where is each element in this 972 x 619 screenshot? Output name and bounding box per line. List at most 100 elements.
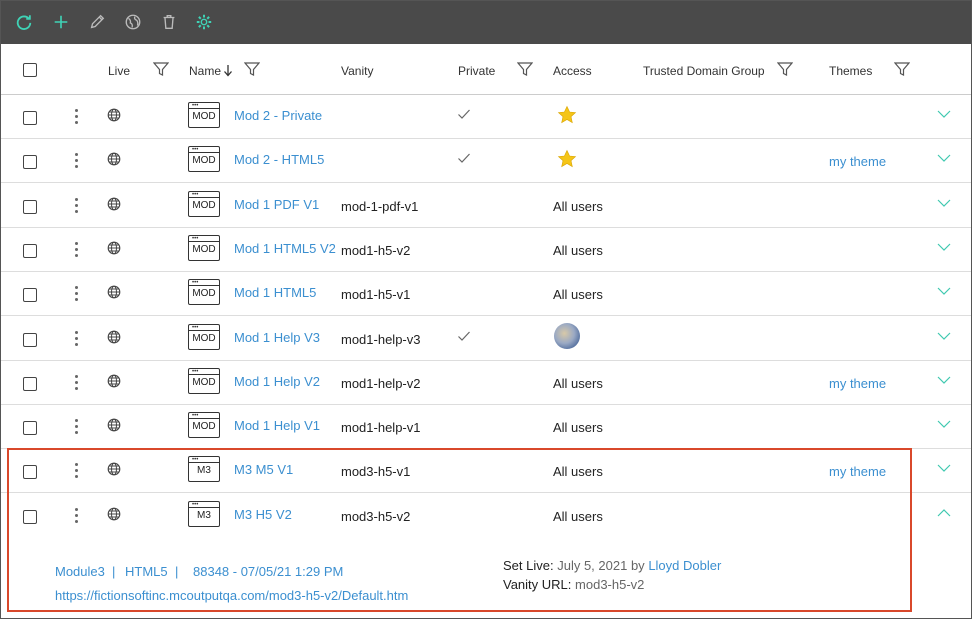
- output-name-link[interactable]: Mod 2 - HTML5: [234, 152, 324, 167]
- set-live-user-link[interactable]: Lloyd Dobler: [648, 558, 721, 573]
- output-name-link[interactable]: Mod 2 - Private: [234, 108, 322, 123]
- globe-publish-icon[interactable]: [123, 12, 143, 32]
- private-check-icon: [458, 109, 470, 119]
- live-globe-icon: [107, 507, 121, 521]
- module-icon: ••• MOD: [188, 102, 220, 128]
- trusted-domain-filter-icon[interactable]: [777, 61, 793, 77]
- build-link[interactable]: 88348 - 07/05/21 1:29 PM: [193, 564, 343, 579]
- chevron-down-icon[interactable]: [937, 153, 951, 163]
- output-name-link[interactable]: Mod 1 Help V2: [234, 374, 320, 389]
- access-value: All users: [553, 375, 603, 391]
- column-vanity[interactable]: Vanity: [341, 64, 373, 78]
- table-row[interactable]: ••• M3 M3 M5 V1 mod3-h5-v1 All users my theme: [1, 449, 971, 494]
- trash-icon[interactable]: [159, 12, 179, 32]
- table-row[interactable]: ••• MOD Mod 1 Help V3 mod1-help-v3: [1, 317, 971, 361]
- chevron-down-icon[interactable]: [937, 375, 951, 385]
- project-link[interactable]: Module3: [55, 564, 105, 579]
- module-icon: ••• MOD: [188, 234, 220, 261]
- themes-filter-icon[interactable]: [894, 61, 910, 77]
- chevron-down-icon[interactable]: [937, 198, 951, 208]
- theme-link[interactable]: my theme: [829, 464, 886, 479]
- live-globe-icon: [107, 285, 121, 299]
- plus-icon[interactable]: [51, 12, 71, 32]
- row-checkbox[interactable]: [23, 465, 37, 480]
- row-menu-icon[interactable]: [75, 330, 78, 347]
- output-name-link[interactable]: Mod 1 Help V3: [234, 330, 320, 345]
- output-name-link[interactable]: Mod 1 HTML5 V2: [234, 241, 336, 256]
- vanity-value: mod1-help-v3: [341, 331, 421, 347]
- column-name[interactable]: Name: [189, 64, 221, 78]
- private-filter-icon[interactable]: [517, 61, 533, 77]
- row-menu-icon[interactable]: [75, 197, 78, 214]
- row-menu-icon[interactable]: [75, 463, 78, 479]
- vanity-value: mod1-h5-v2: [341, 242, 411, 258]
- table-row[interactable]: ••• M3 M3 H5 V2 mod3-h5-v2 All users: [1, 494, 971, 538]
- row-checkbox[interactable]: [23, 243, 37, 258]
- row-checkbox[interactable]: [23, 111, 37, 125]
- chevron-up-icon[interactable]: [937, 508, 951, 518]
- output-name-link[interactable]: Mod 1 Help V1: [234, 418, 320, 433]
- name-filter-icon[interactable]: [244, 61, 260, 77]
- theme-link[interactable]: my theme: [829, 154, 886, 169]
- vanity-value: mod1-h5-v1: [341, 287, 411, 303]
- column-private[interactable]: Private: [458, 64, 495, 78]
- details-separator: |: [175, 564, 179, 579]
- target-link[interactable]: HTML5: [125, 564, 168, 579]
- output-name-link[interactable]: M3 H5 V2: [234, 507, 292, 522]
- output-name-link[interactable]: M3 M5 V1: [234, 462, 293, 477]
- output-name-link[interactable]: Mod 1 HTML5: [234, 285, 316, 300]
- row-checkbox[interactable]: [23, 421, 37, 436]
- output-url-link[interactable]: https://fictionsoftinc.mcoutputqa.com/mo…: [55, 588, 408, 603]
- column-trusted-domain-group[interactable]: Trusted Domain Group: [643, 64, 765, 78]
- row-menu-icon[interactable]: [75, 374, 78, 391]
- row-checkbox[interactable]: [23, 509, 37, 524]
- row-menu-icon[interactable]: [75, 109, 78, 125]
- row-checkbox[interactable]: [23, 199, 37, 214]
- row-menu-icon[interactable]: [75, 153, 78, 169]
- chevron-down-icon[interactable]: [937, 463, 951, 473]
- sort-down-icon[interactable]: [223, 64, 233, 77]
- live-filter-icon[interactable]: [153, 61, 169, 77]
- table-row[interactable]: ••• MOD Mod 1 PDF V1 mod-1-pdf-v1 All users: [1, 184, 971, 228]
- chevron-down-icon[interactable]: [937, 419, 951, 429]
- row-menu-icon[interactable]: [75, 419, 78, 435]
- row-checkbox[interactable]: [23, 288, 37, 303]
- set-live-label: Set Live:: [503, 558, 554, 573]
- access-value: All users: [553, 287, 603, 303]
- published-outputs-panel: Live Name Vanity Private Access Trusted …: [0, 0, 972, 619]
- row-checkbox[interactable]: [23, 155, 37, 170]
- live-globe-icon: [107, 463, 121, 476]
- details-separator: |: [112, 564, 116, 579]
- pencil-icon[interactable]: [87, 12, 107, 32]
- table-row[interactable]: ••• MOD Mod 1 HTML5 mod1-h5-v1 All users: [1, 272, 971, 317]
- table-row[interactable]: ••• MOD Mod 1 Help V2 mod1-help-v2 All users…: [1, 361, 971, 405]
- gear-icon[interactable]: [194, 12, 214, 32]
- refresh-icon[interactable]: [14, 12, 34, 32]
- chevron-down-icon[interactable]: [937, 286, 951, 296]
- chevron-down-icon[interactable]: [937, 242, 951, 252]
- column-live[interactable]: Live: [108, 64, 130, 78]
- column-access[interactable]: Access: [553, 64, 592, 78]
- theme-link[interactable]: my theme: [829, 376, 886, 391]
- star-icon: [557, 150, 577, 168]
- table-row[interactable]: ••• MOD Mod 1 HTML5 V2 mod1-h5-v2 All users: [1, 228, 971, 272]
- live-globe-icon: [107, 152, 121, 166]
- toolbar: [1, 1, 971, 44]
- user-avatar: [554, 322, 580, 349]
- chevron-down-icon[interactable]: [937, 331, 951, 341]
- chevron-down-icon[interactable]: [937, 109, 951, 119]
- table-row[interactable]: ••• MOD Mod 1 Help V1 mod1-help-v1 All users: [1, 405, 971, 450]
- column-themes[interactable]: Themes: [829, 64, 872, 78]
- output-name-link[interactable]: Mod 1 PDF V1: [234, 197, 319, 212]
- row-menu-icon[interactable]: [75, 507, 78, 524]
- row-menu-icon[interactable]: [75, 241, 78, 258]
- table-row[interactable]: ••• MOD Mod 2 - HTML5 my theme: [1, 139, 971, 184]
- set-live-info: Set Live: July 5, 2021 by Lloyd Dobler: [503, 558, 721, 573]
- select-all-checkbox[interactable]: [23, 63, 37, 77]
- live-globe-icon: [107, 197, 121, 210]
- row-checkbox[interactable]: [23, 332, 37, 347]
- module-icon: ••• MOD: [188, 323, 220, 350]
- table-row[interactable]: ••• MOD Mod 2 - Private: [1, 95, 971, 139]
- row-menu-icon[interactable]: [75, 286, 78, 302]
- row-checkbox[interactable]: [23, 376, 37, 391]
